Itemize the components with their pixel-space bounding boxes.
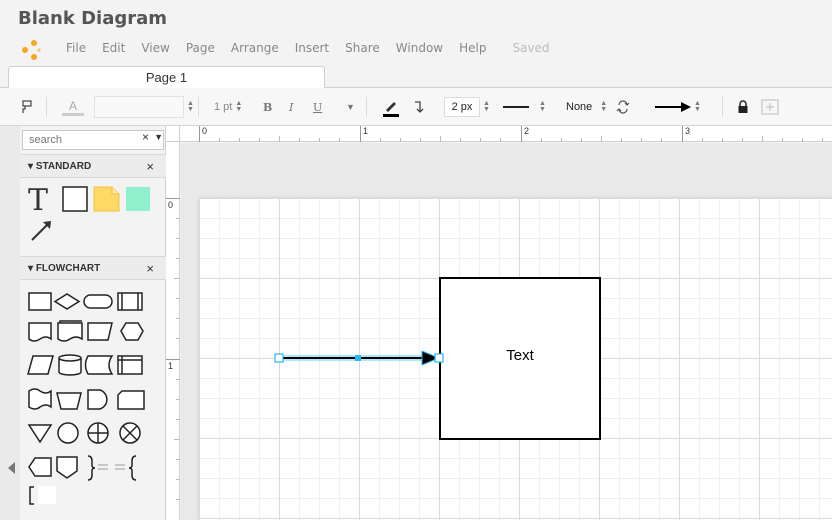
underline-button[interactable]: U xyxy=(313,88,322,126)
data-shape-icon[interactable] xyxy=(27,355,54,375)
manual-operation-shape-icon[interactable] xyxy=(87,322,113,341)
bracket-shape-icon[interactable] xyxy=(29,486,34,505)
selected-connector-line[interactable] xyxy=(270,348,450,368)
font-color-button[interactable]: A xyxy=(62,88,84,126)
shape-text-label[interactable]: Text xyxy=(441,347,599,364)
menu-help[interactable]: Help xyxy=(459,41,486,55)
connector-shape-icon[interactable] xyxy=(57,422,79,444)
search-dropdown-icon[interactable]: ▼ xyxy=(154,132,163,142)
ruler-corner xyxy=(166,126,180,142)
terminator-shape-icon[interactable] xyxy=(83,294,113,309)
section-header-standard[interactable]: ▾ STANDARD × xyxy=(20,154,166,178)
font-size-value: 1 pt xyxy=(214,101,233,113)
collapse-sidebar-icon[interactable] xyxy=(8,462,15,474)
text-shape-icon[interactable]: T xyxy=(28,183,48,218)
font-color-glyph: A xyxy=(62,99,84,116)
punched-tape-shape-icon[interactable] xyxy=(28,388,52,410)
svg-text:T: T xyxy=(28,183,48,218)
card-shape-icon[interactable] xyxy=(117,390,145,410)
line-width-stepper[interactable]: 2 px ▲ ▼ xyxy=(444,88,490,126)
line-start-select[interactable]: None ▲ ▼ xyxy=(566,88,607,126)
merge-shape-icon[interactable] xyxy=(27,424,53,444)
connector-end-handle[interactable] xyxy=(434,353,444,363)
flowchart-shapes xyxy=(27,292,145,505)
page-tabs: Page 1 xyxy=(0,66,832,89)
section-header-flowchart[interactable]: ▾ FLOWCHART × xyxy=(20,256,166,280)
chevron-down-icon: ▾ xyxy=(28,263,36,274)
brace-left-shape-icon[interactable] xyxy=(128,455,137,481)
clear-search-icon[interactable]: × xyxy=(142,130,149,144)
ruler-label-1: 1 xyxy=(363,126,369,136)
ruler-label-2: 2 xyxy=(524,126,530,136)
process-shape-icon[interactable] xyxy=(28,292,52,311)
stored-data-shape-icon[interactable] xyxy=(84,355,114,375)
font-size-stepper[interactable]: 1 pt ▲ ▼ xyxy=(214,88,242,126)
filled-block-shape-icon[interactable] xyxy=(126,187,150,211)
close-section-flowchart-icon[interactable]: × xyxy=(146,261,154,276)
sticky-note-shape-icon[interactable] xyxy=(93,186,120,212)
close-section-standard-icon[interactable]: × xyxy=(146,159,154,174)
menu-insert[interactable]: Insert xyxy=(295,41,329,55)
summing-junction-shape-icon[interactable] xyxy=(87,422,109,444)
connector-start-handle[interactable] xyxy=(274,353,284,363)
format-painter-icon[interactable] xyxy=(20,88,34,126)
line-start-value: None xyxy=(566,101,593,113)
font-family-select[interactable]: ▲ ▼ xyxy=(94,88,194,126)
predefined-process-shape-icon[interactable] xyxy=(117,292,143,311)
connector-mid-handle[interactable] xyxy=(355,355,361,361)
ruler-vertical[interactable]: 0 1 xyxy=(166,142,180,520)
rectangle-shape[interactable]: Text xyxy=(439,277,601,440)
database-shape-icon[interactable] xyxy=(58,354,82,376)
tab-page-1[interactable]: Page 1 xyxy=(8,66,325,89)
ruler-horizontal[interactable]: 0 1 2 3 xyxy=(180,126,832,142)
display-shape-icon[interactable] xyxy=(28,457,52,477)
ruler-label-v1: 1 xyxy=(168,361,174,371)
menu-share[interactable]: Share xyxy=(345,41,380,55)
menu-page[interactable]: Page xyxy=(186,41,215,55)
menu-arrange[interactable]: Arrange xyxy=(231,41,279,55)
menu-bar: File Edit View Page Arrange Insert Share… xyxy=(66,41,566,55)
or-shape-icon[interactable] xyxy=(119,422,141,444)
connector-style-icon[interactable] xyxy=(414,88,426,126)
preparation-shape-icon[interactable] xyxy=(120,322,144,341)
sidebar-toggle-strip[interactable] xyxy=(0,126,20,520)
multi-document-shape-icon[interactable] xyxy=(57,320,83,342)
lock-icon[interactable] xyxy=(737,88,749,126)
app-logo-icon[interactable] xyxy=(18,38,42,62)
menu-edit[interactable]: Edit xyxy=(102,41,125,55)
menu-file[interactable]: File xyxy=(66,41,86,55)
ruler-label-3: 3 xyxy=(685,126,691,136)
menu-view[interactable]: View xyxy=(141,41,169,55)
ruler-label-0: 0 xyxy=(202,126,208,136)
document-title[interactable]: Blank Diagram xyxy=(18,8,167,29)
delay-shape-icon[interactable] xyxy=(87,389,108,410)
brace-shape-icon[interactable] xyxy=(87,455,96,481)
line-end-select[interactable]: ▲ ▼ xyxy=(655,88,701,126)
swap-ends-icon[interactable] xyxy=(616,88,630,126)
document-shape-icon[interactable] xyxy=(28,322,52,342)
italic-button[interactable]: I xyxy=(289,88,293,126)
standard-shapes: T xyxy=(28,183,150,241)
line-style-select[interactable]: ▲ ▼ xyxy=(503,88,546,126)
decision-shape-icon[interactable] xyxy=(53,293,81,310)
section-title-flowchart: FLOWCHART xyxy=(35,263,101,274)
text-options-dropdown[interactable]: ▼ xyxy=(340,88,355,126)
shape-library-panel: × ▼ ▾ STANDARD × T ▾ FLOWCHART × xyxy=(20,126,166,520)
arrow-line-shape-icon[interactable] xyxy=(31,221,51,241)
format-toolbar: A ▲ ▼ 1 pt ▲ ▼ B I U ▼ 2 px ▲ ▼ ▲ ▼ None ▲ ▼ ▲ ▼ xyxy=(0,88,832,126)
off-page-connector-shape-icon[interactable] xyxy=(56,456,78,479)
section-title-standard: STANDARD xyxy=(35,161,92,172)
group-icon[interactable] xyxy=(761,88,779,126)
internal-storage-shape-icon[interactable] xyxy=(117,355,143,375)
bold-button[interactable]: B xyxy=(263,88,272,126)
rectangle-shape-icon[interactable] xyxy=(62,186,88,212)
save-status: Saved xyxy=(512,41,550,55)
line-width-value: 2 px xyxy=(444,97,480,117)
manual-input-shape-icon[interactable] xyxy=(56,392,82,410)
chevron-down-icon: ▾ xyxy=(28,161,36,172)
line-color-button[interactable] xyxy=(381,88,401,126)
ruler-label-v0: 0 xyxy=(168,200,174,210)
menu-window[interactable]: Window xyxy=(396,41,443,55)
